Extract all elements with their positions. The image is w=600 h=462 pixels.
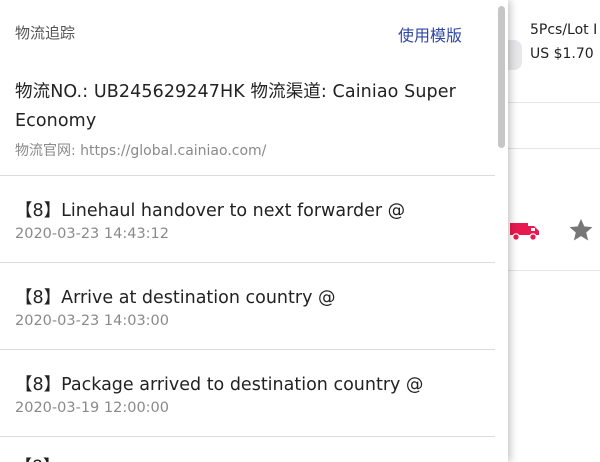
divider xyxy=(500,102,600,103)
tracking-info: 物流NO.: UB245629247HK 物流渠道: Cainiao Super… xyxy=(15,78,475,160)
carrier-website[interactable]: 物流官网: https://global.cainiao.com/ xyxy=(15,140,475,160)
tracking-event: 【8】Linehaul handover to next forwarder @… xyxy=(15,197,485,242)
tracking-number-and-channel: 物流NO.: UB245629247HK 物流渠道: Cainiao Super… xyxy=(15,82,456,131)
event-timestamp: 2020-03-19 12:00:00 xyxy=(15,400,169,416)
tracking-event: 【8】Arrive at destination country @ 2020-… xyxy=(15,284,485,329)
scrollbar-thumb[interactable] xyxy=(498,6,505,148)
divider xyxy=(500,270,600,271)
divider xyxy=(0,349,495,350)
popup-title: 物流追踪 xyxy=(15,24,76,42)
event-description: 【8】Package arrived to destination countr… xyxy=(15,375,424,395)
divider xyxy=(0,175,495,176)
event-timestamp: 2020-03-23 14:43:12 xyxy=(15,226,169,242)
product-title[interactable]: 5Pcs/Lot I xyxy=(530,22,597,38)
tracking-event: 【8】Package arrived to destination countr… xyxy=(15,371,485,416)
event-description: 【8】Arrive at destination country @ xyxy=(15,288,336,308)
logistics-tracking-popup: 物流追踪 使用模版 物流NO.: UB245629247HK 物流渠道: Cai… xyxy=(0,0,508,462)
star-icon[interactable] xyxy=(567,216,595,244)
divider xyxy=(500,148,600,149)
popup-header: 物流追踪 使用模版 xyxy=(0,0,508,60)
event-timestamp: 2020-03-23 14:03:00 xyxy=(15,313,169,329)
popup-scrollbar[interactable] xyxy=(495,0,508,462)
product-price: US $1.70 xyxy=(530,46,594,62)
use-template-link[interactable]: 使用模版 xyxy=(398,22,462,46)
event-description: 【8】Linehaul handover to next forwarder @ xyxy=(15,201,406,221)
divider xyxy=(0,262,495,263)
divider xyxy=(0,436,495,437)
truck-icon[interactable] xyxy=(510,220,540,242)
screen: 5Pcs/Lot I US $1.70 物流追踪 使用模版 物流NO.: UB2… xyxy=(0,0,600,462)
tracking-event-partial: 【8】 xyxy=(15,452,60,462)
